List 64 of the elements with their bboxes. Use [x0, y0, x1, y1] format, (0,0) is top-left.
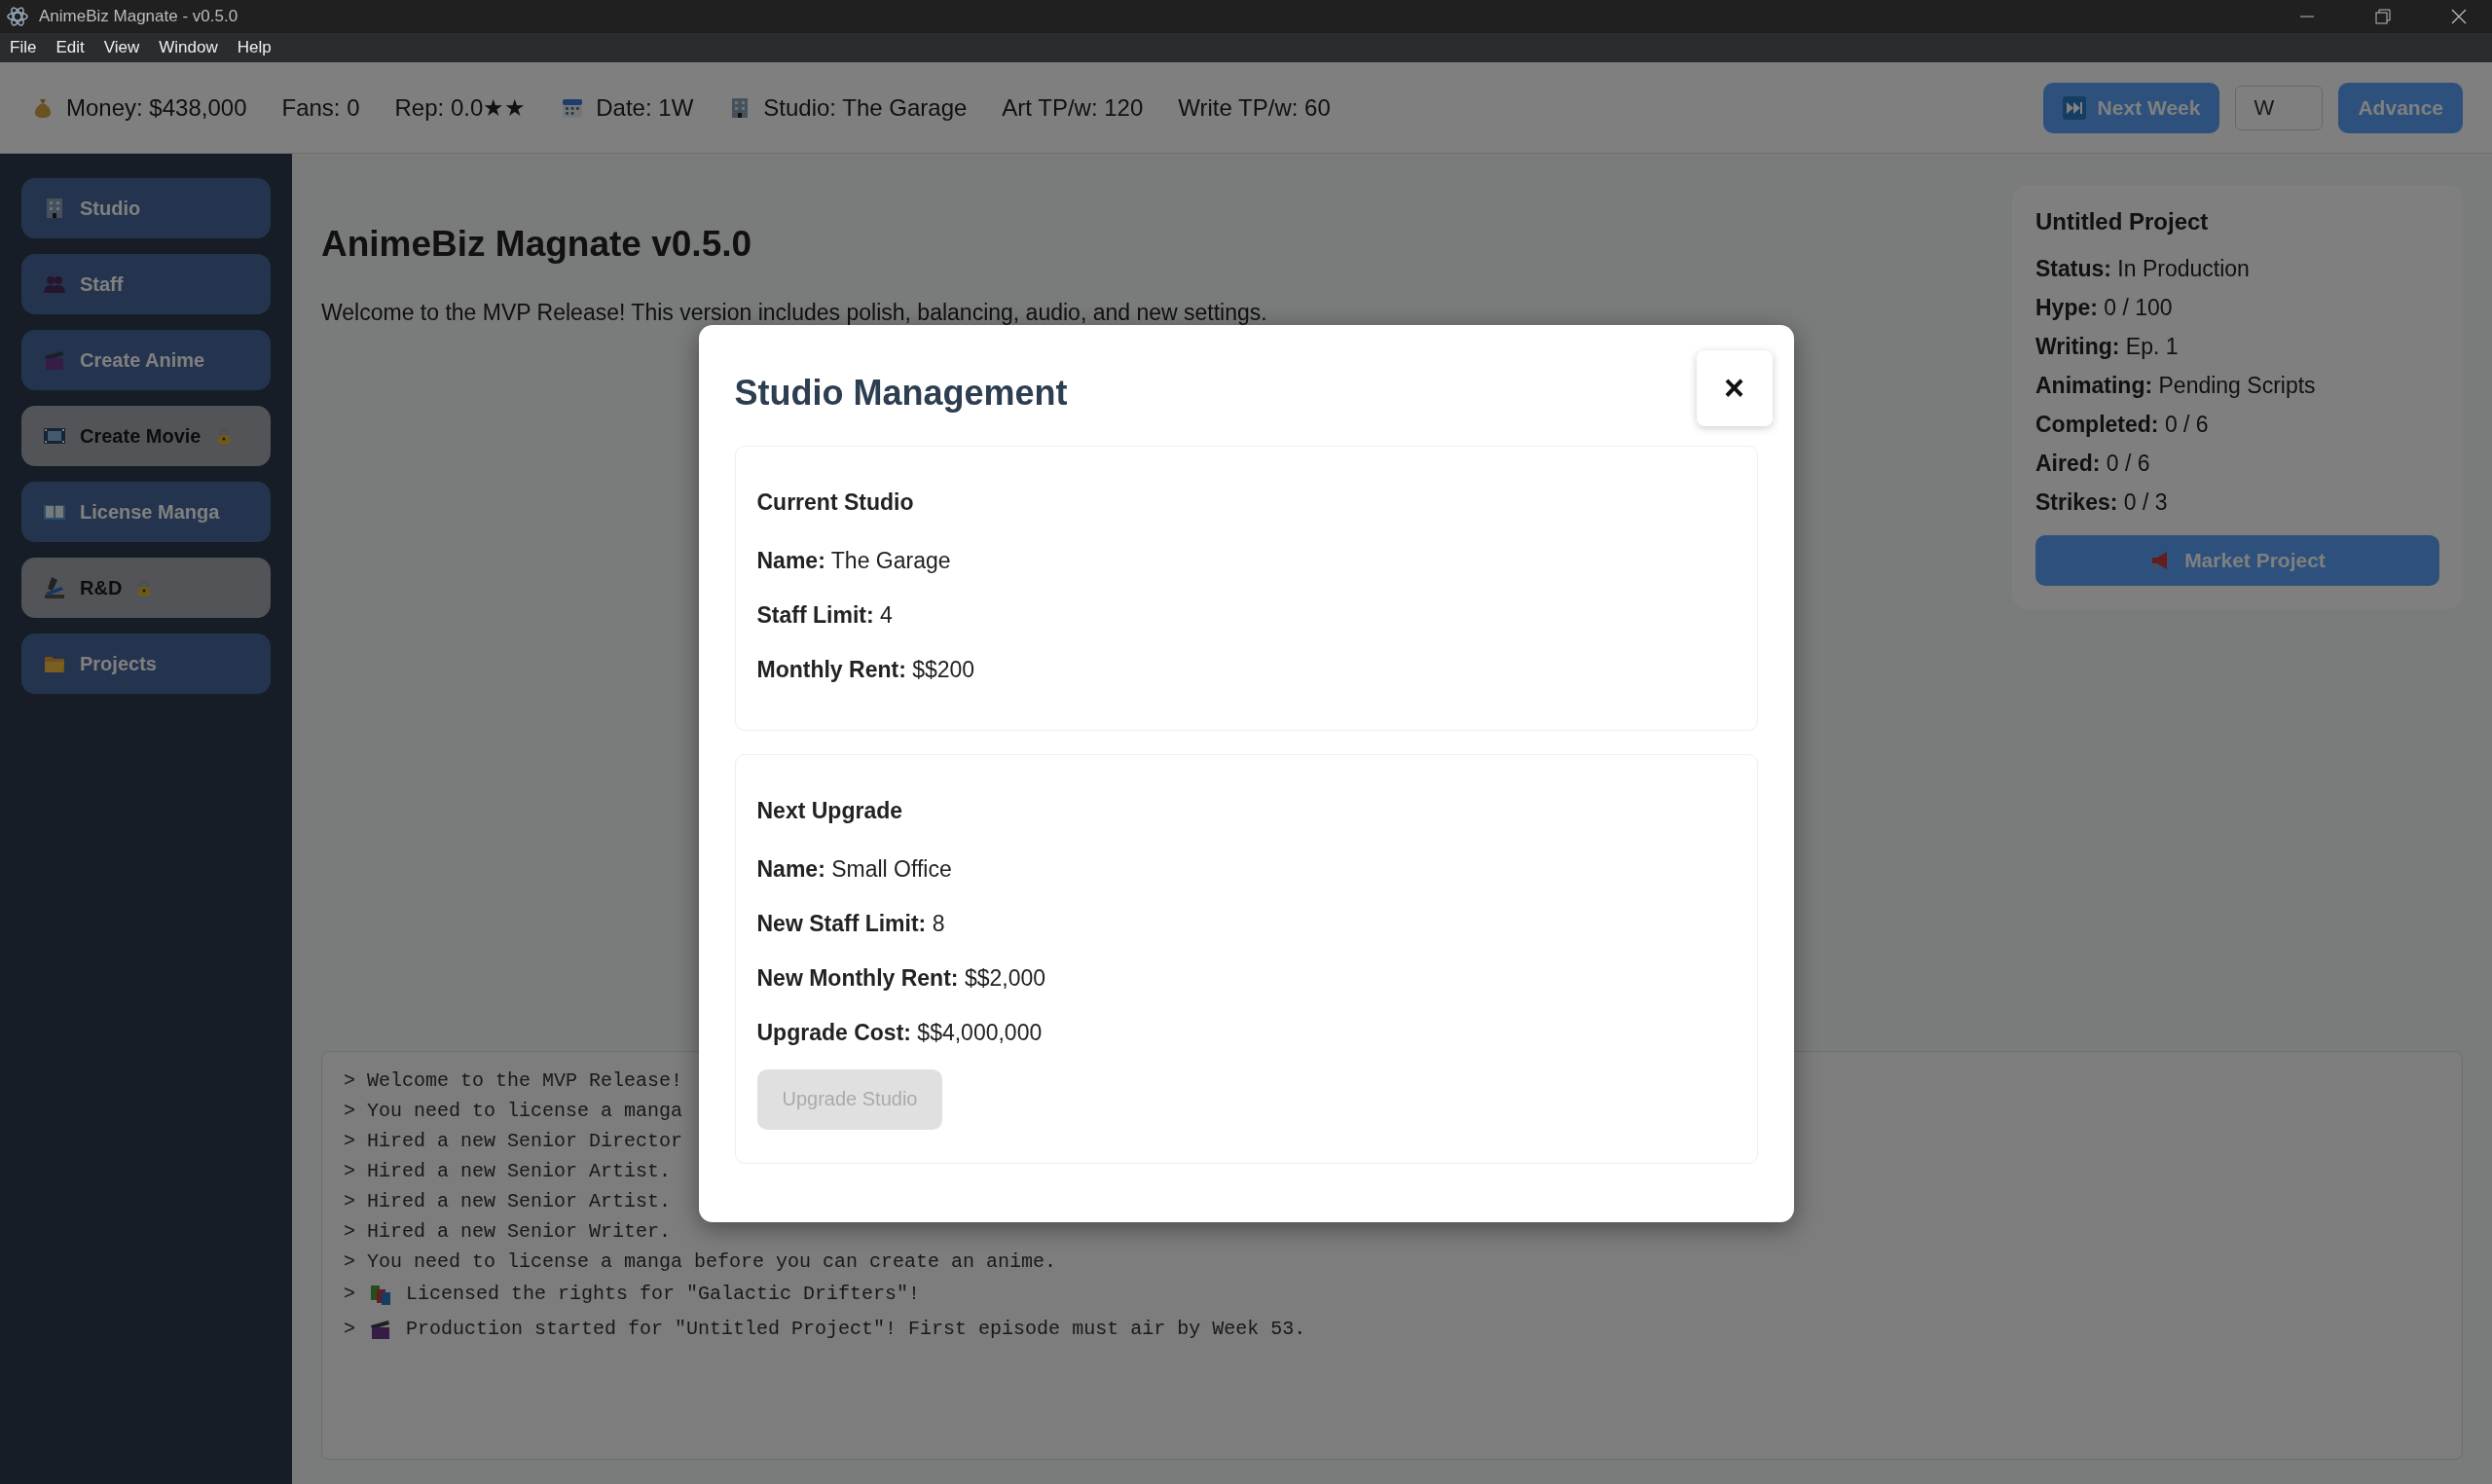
- app-icon: [6, 5, 29, 28]
- stat-text: Art TP/w: 120: [1002, 93, 1144, 122]
- stat-text: Date: 1W: [596, 93, 694, 122]
- info-field: Monthly Rent: $$200: [756, 641, 1736, 697]
- section-heading: Next Upgrade: [756, 797, 904, 824]
- project-title: Untitled Project: [2035, 208, 2210, 235]
- log-line: > You need to license a manga before you can create an anime.: [344, 1249, 1057, 1275]
- menu-item[interactable]: Window: [149, 38, 228, 57]
- close-button[interactable]: ×: [1696, 349, 1773, 426]
- project-field: Writing: Ep. 1: [2035, 327, 2439, 366]
- intro-text: Welcome to the MVP Release! This version includes polish, balancing, audio, and new settings.: [321, 300, 1268, 326]
- project-field: Completed: 0 / 6: [2035, 405, 2439, 444]
- stat-text: Money: $438,000: [66, 93, 247, 122]
- market-project-button[interactable]: Market Project: [2035, 535, 2439, 586]
- dialog-title: Studio Management: [734, 372, 1068, 414]
- restore-icon[interactable]: [2373, 7, 2393, 26]
- project-field: Hype: 0 / 100: [2035, 288, 2439, 327]
- page-heading: AnimeBiz Magnate v0.5.0: [321, 224, 753, 265]
- fast-forward-icon: [2062, 95, 2086, 120]
- log-line: Production started for "Untitled Project"! First episode must air by Week 53.: [406, 1317, 1306, 1342]
- sidebar-item[interactable]: Studio: [21, 178, 271, 238]
- advance-button[interactable]: Advance: [2338, 82, 2463, 133]
- sidebar-item[interactable]: License Manga: [21, 482, 271, 542]
- menu-item[interactable]: File: [0, 38, 47, 57]
- weeks-field[interactable]: W: [2235, 85, 2324, 130]
- log-line: Licensed the rights for "Galactic Drifters"!: [406, 1282, 921, 1307]
- window-title: AnimeBiz Magnate - v0.5.0: [39, 7, 238, 26]
- info-field: Name: Small Office: [756, 841, 1736, 896]
- clapper-icon: [43, 348, 66, 372]
- log-line: > Welcome to the MVP Release!: [344, 1068, 683, 1094]
- menu-item[interactable]: Help: [227, 38, 281, 57]
- info-field: Staff Limit: 4: [756, 587, 1736, 642]
- log-line: > Hired a new Senior Artist.: [344, 1159, 672, 1184]
- info-field: Upgrade Cost: $$4,000,000: [756, 1004, 1736, 1060]
- sidebar-item[interactable]: Create Movie: [21, 406, 271, 466]
- section-heading: Current Studio: [756, 489, 915, 516]
- log-line: > Hired a new Senior Artist.: [344, 1189, 672, 1214]
- info-field: Name: The Garage: [756, 532, 1736, 588]
- menu-item[interactable]: View: [93, 38, 150, 57]
- sidebar-item[interactable]: R&D: [21, 558, 271, 618]
- log-line: > Hired a new Senior Director: [344, 1129, 683, 1154]
- log-prompt: >: [344, 1317, 355, 1342]
- stat-text: Fans: 0: [281, 93, 360, 122]
- info-field: New Monthly Rent: $$2,000: [756, 950, 1736, 1005]
- stat-text: Studio: The Garage: [763, 93, 968, 122]
- log-prompt: >: [344, 1282, 355, 1307]
- log-line: > Hired a new Senior Writer.: [344, 1219, 672, 1245]
- sidebar-item[interactable]: Staff: [21, 254, 271, 314]
- project-field: Animating: Pending Scripts: [2035, 366, 2439, 405]
- info-field: New Staff Limit: 8: [756, 895, 1736, 951]
- next-week-button[interactable]: Next Week: [2042, 82, 2220, 133]
- stat-text: Write TP/w: 60: [1178, 93, 1331, 122]
- project-field: Aired: 0 / 6: [2035, 444, 2439, 483]
- microscope-icon: [43, 576, 66, 599]
- project-field: Status: In Production: [2035, 249, 2439, 288]
- stat-text: Rep: 0.0★★: [394, 93, 527, 122]
- project-field: Strikes: 0 / 3: [2035, 483, 2439, 522]
- sidebar-item[interactable]: Create Anime: [21, 330, 271, 390]
- close-icon[interactable]: [2449, 7, 2469, 26]
- log-line: > You need to license a manga: [344, 1099, 683, 1124]
- sidebar-item[interactable]: Projects: [21, 633, 271, 694]
- clapper-icon: [369, 1318, 392, 1341]
- menu-item[interactable]: Edit: [46, 38, 94, 57]
- books-icon: [369, 1283, 392, 1306]
